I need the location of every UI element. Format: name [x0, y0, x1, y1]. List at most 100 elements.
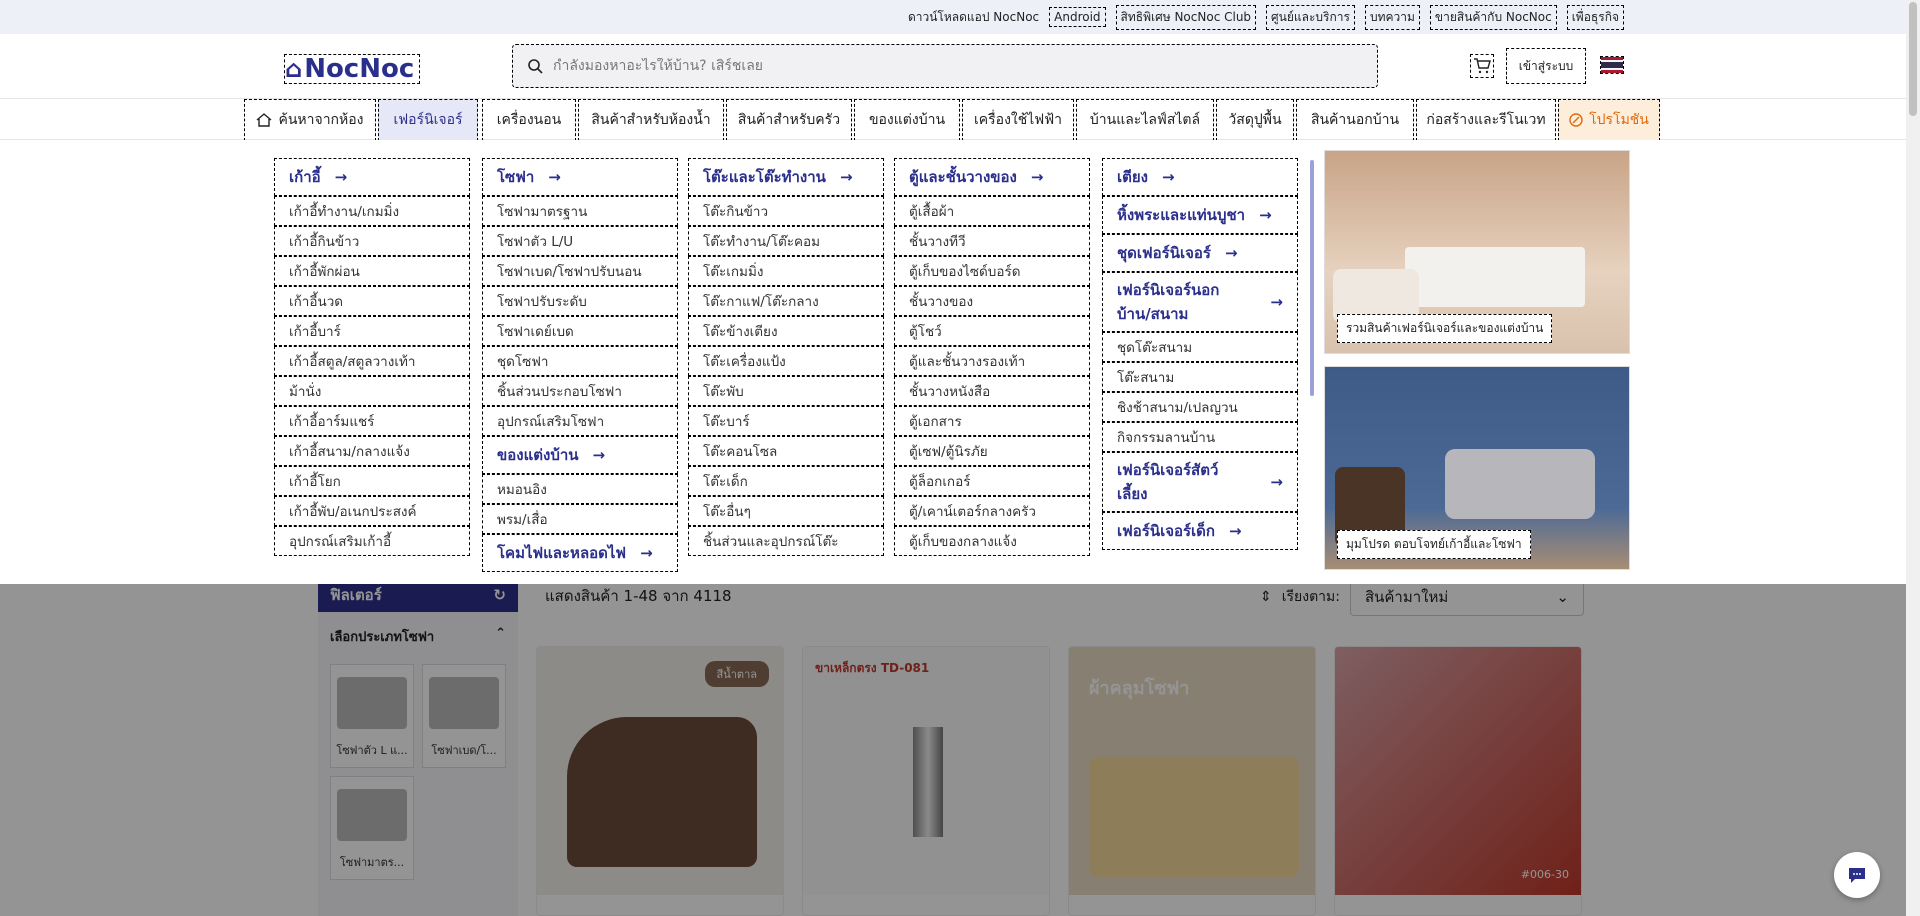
menu-col-more: เตียง → หิ้งพระและแท่นบูชา → ชุดเฟอร์นิเจอ…: [1102, 158, 1298, 554]
menu-item[interactable]: โต๊ะกินข้าว: [688, 196, 884, 226]
page-scrollbar-thumb[interactable]: [1909, 2, 1917, 116]
menu-group-label: เฟอร์นิเจอร์สัตว์เลี้ยง: [1117, 461, 1219, 503]
menu-scrollbar[interactable]: [1310, 160, 1314, 396]
page-scrollbar[interactable]: [1906, 0, 1920, 916]
menu-group-sofas[interactable]: โซฟา →: [482, 158, 678, 196]
topbar-link-articles[interactable]: บทความ: [1364, 4, 1420, 30]
menu-group-lighting[interactable]: โคมไฟและหลอดไฟ →: [482, 534, 678, 572]
menu-item[interactable]: โซฟาเดย์เบด: [482, 316, 678, 346]
menu-item[interactable]: โต๊ะเกมมิ่ง: [688, 256, 884, 286]
site-logo[interactable]: ⌂ NocNoc: [284, 54, 420, 84]
menu-item[interactable]: ตู้เก็บของกลางแจ้ง: [894, 526, 1090, 556]
menu-item[interactable]: เก้าอี้ทำงาน/เกมมิ่ง: [274, 196, 470, 226]
menu-item[interactable]: ตู้เก็บของไซด์บอร์ด: [894, 256, 1090, 286]
menu-item[interactable]: โซฟามาตรฐาน: [482, 196, 678, 226]
menu-item[interactable]: ตู้เสื้อผ้า: [894, 196, 1090, 226]
menu-item[interactable]: โต๊ะเครื่องแป้ง: [688, 346, 884, 376]
menu-item[interactable]: กิจกรรมลานบ้าน: [1102, 422, 1298, 452]
menu-item[interactable]: โซฟาตัว L/U: [482, 226, 678, 256]
menu-item[interactable]: โต๊ะบาร์: [688, 406, 884, 436]
cat-label: บ้านและไลฟ์สไตล์: [1089, 112, 1201, 128]
menu-item[interactable]: เก้าอี้สนาม/กลางแจ้ง: [274, 436, 470, 466]
menu-item[interactable]: เก้าอี้บาร์: [274, 316, 470, 346]
cat-outdoor[interactable]: สินค้านอกบ้าน: [1296, 99, 1414, 141]
menu-group-chairs[interactable]: เก้าอี้ →: [274, 158, 470, 196]
download-app-text[interactable]: ดาวน์โหลดแอป NocNoc: [908, 8, 1039, 27]
menu-item[interactable]: ตู้/เคาน์เตอร์กลางครัว: [894, 496, 1090, 526]
menu-group-label: เก้าอี้: [289, 168, 321, 186]
menu-item[interactable]: พรม/เสื่อ: [482, 504, 678, 534]
menu-item[interactable]: ตู้เซฟ/ตู้นิรภัย: [894, 436, 1090, 466]
menu-item[interactable]: ชั้นวางทีวี: [894, 226, 1090, 256]
topbar-link-business[interactable]: เพื่อธุรกิจ: [1566, 4, 1624, 30]
menu-item[interactable]: เก้าอี้อาร์มแชร์: [274, 406, 470, 436]
cat-bathroom[interactable]: สินค้าสำหรับห้องน้ำ: [578, 99, 724, 141]
search-bar[interactable]: [512, 44, 1378, 88]
menu-item[interactable]: โต๊ะพับ: [688, 376, 884, 406]
menu-group-kids-furniture[interactable]: เฟอร์นิเจอร์เด็ก →: [1102, 512, 1298, 550]
topbar-link-club[interactable]: สิทธิพิเศษ NocNoc Club: [1115, 4, 1257, 30]
menu-item[interactable]: ชิ้นส่วนประกอบโซฟา: [482, 376, 678, 406]
menu-item[interactable]: โต๊ะทำงาน/โต๊ะคอม: [688, 226, 884, 256]
cat-flooring[interactable]: วัสดุปูพื้น: [1216, 99, 1294, 141]
menu-group-pet-furniture[interactable]: เฟอร์นิเจอร์สัตว์เลี้ยง →: [1102, 452, 1298, 512]
chat-button[interactable]: [1834, 852, 1880, 898]
menu-group-home-decor[interactable]: ของแต่งบ้าน →: [482, 436, 678, 474]
site-header: ⌂ NocNoc เข้าสู่ระบบ: [0, 34, 1920, 98]
menu-item[interactable]: ตู้เอกสาร: [894, 406, 1090, 436]
cat-kitchen[interactable]: สินค้าสำหรับครัว: [726, 99, 852, 141]
menu-item[interactable]: ตู้ล็อกเกอร์: [894, 466, 1090, 496]
arrow-right-icon: →: [548, 168, 561, 186]
menu-item[interactable]: ชั้นวางหนังสือ: [894, 376, 1090, 406]
menu-item[interactable]: เก้าอี้กินข้าว: [274, 226, 470, 256]
menu-item[interactable]: ชั้นวางของ: [894, 286, 1090, 316]
cat-bedding[interactable]: เครื่องนอน: [482, 99, 576, 141]
banner-chairs-sofas[interactable]: มุมโปรด ตอบโจทย์เก้าอี้และโซฟา: [1324, 366, 1630, 570]
menu-item[interactable]: เก้าอี้สตูล/สตูลวางเท้า: [274, 346, 470, 376]
cart-button[interactable]: [1470, 54, 1494, 78]
menu-item[interactable]: ชุดโซฟา: [482, 346, 678, 376]
menu-item[interactable]: เก้าอี้โยก: [274, 466, 470, 496]
cat-shop-by-room[interactable]: ค้นหาจากห้อง: [244, 99, 376, 141]
topbar-link-android[interactable]: Android: [1049, 7, 1106, 27]
login-button[interactable]: เข้าสู่ระบบ: [1506, 48, 1586, 84]
banner-furniture-collection[interactable]: รวมสินค้าเฟอร์นิเจอร์และของแต่งบ้าน: [1324, 150, 1630, 354]
cat-home-decor[interactable]: ของแต่งบ้าน: [854, 99, 960, 141]
menu-group-cabinets[interactable]: ตู้และชั้นวางของ →: [894, 158, 1090, 196]
furniture-mega-menu: เก้าอี้ → เก้าอี้ทำงาน/เกมมิ่ง เก้าอี้กิน…: [0, 140, 1906, 584]
menu-item[interactable]: โซฟาเบด/โซฟาปรับนอน: [482, 256, 678, 286]
topbar-link-sell[interactable]: ขายสินค้ากับ NocNoc: [1429, 4, 1557, 30]
thai-flag-icon[interactable]: [1600, 56, 1624, 74]
menu-item[interactable]: เก้าอี้พับ/อเนกประสงค์: [274, 496, 470, 526]
menu-group-beds[interactable]: เตียง →: [1102, 158, 1298, 196]
menu-item[interactable]: ชิ้นส่วนและอุปกรณ์โต๊ะ: [688, 526, 884, 556]
menu-item[interactable]: ตู้และชั้นวางรองเท้า: [894, 346, 1090, 376]
menu-item[interactable]: โซฟาปรับระดับ: [482, 286, 678, 316]
menu-group-outdoor-furniture[interactable]: เฟอร์นิเจอร์นอกบ้าน/สนาม →: [1102, 272, 1298, 332]
menu-item[interactable]: ตู้โชว์: [894, 316, 1090, 346]
menu-item[interactable]: อุปกรณ์เสริมเก้าอี้: [274, 526, 470, 556]
cat-furniture[interactable]: เฟอร์นิเจอร์: [378, 99, 478, 141]
menu-item[interactable]: เก้าอี้นวด: [274, 286, 470, 316]
menu-item[interactable]: โต๊ะคอนโซล: [688, 436, 884, 466]
cat-home-lifestyle[interactable]: บ้านและไลฟ์สไตล์: [1076, 99, 1214, 141]
menu-item[interactable]: โต๊ะอื่นๆ: [688, 496, 884, 526]
menu-item[interactable]: ชุดโต๊ะสนาม: [1102, 332, 1298, 362]
menu-item[interactable]: โต๊ะข้างเตียง: [688, 316, 884, 346]
menu-group-tables[interactable]: โต๊ะและโต๊ะทำงาน →: [688, 158, 884, 196]
topbar-link-service[interactable]: ศูนย์และบริการ: [1266, 4, 1355, 30]
menu-item[interactable]: โต๊ะกาแฟ/โต๊ะกลาง: [688, 286, 884, 316]
cat-promotion[interactable]: โปรโมชัน: [1558, 99, 1660, 141]
menu-item[interactable]: อุปกรณ์เสริมโซฟา: [482, 406, 678, 436]
menu-group-altar[interactable]: หิ้งพระและแท่นบูชา →: [1102, 196, 1298, 234]
menu-item[interactable]: ชิงช้าสนาม/เปลญวน: [1102, 392, 1298, 422]
menu-item[interactable]: ม้านั่ง: [274, 376, 470, 406]
menu-group-furniture-sets[interactable]: ชุดเฟอร์นิเจอร์ →: [1102, 234, 1298, 272]
menu-item[interactable]: เก้าอี้พักผ่อน: [274, 256, 470, 286]
menu-item[interactable]: โต๊ะเด็ก: [688, 466, 884, 496]
menu-item[interactable]: โต๊ะสนาม: [1102, 362, 1298, 392]
menu-item[interactable]: หมอนอิง: [482, 474, 678, 504]
cat-appliances[interactable]: เครื่องใช้ไฟฟ้า: [962, 99, 1074, 141]
search-input[interactable]: [553, 58, 1313, 74]
cat-construction[interactable]: ก่อสร้างและรีโนเวท: [1416, 99, 1556, 141]
